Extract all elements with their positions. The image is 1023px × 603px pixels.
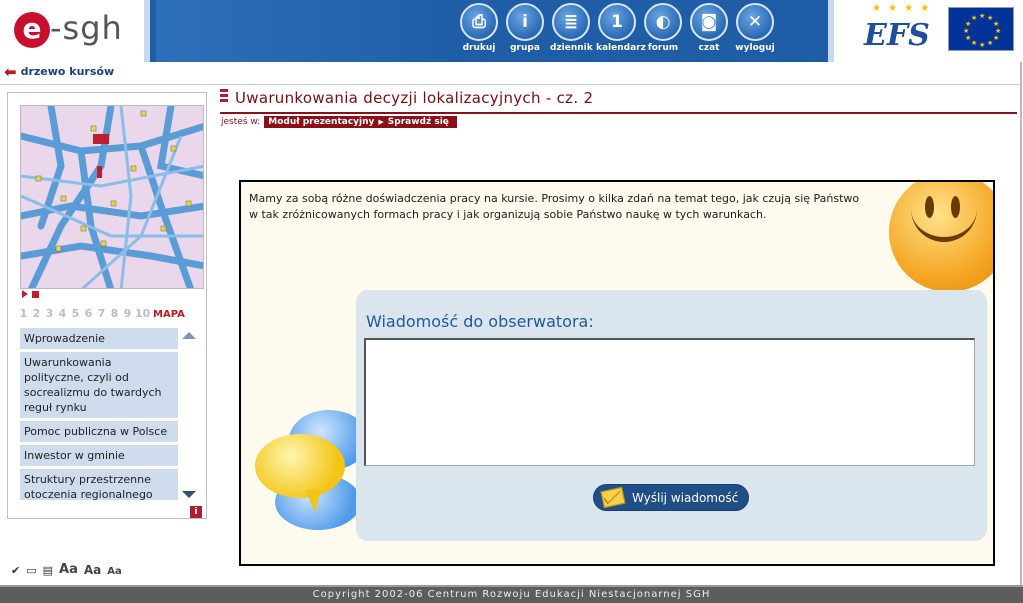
- page-numbers: 1 2 3 4 5 6 7 8 9 10 MAPA: [18, 307, 185, 321]
- efs-text: EFS: [864, 18, 930, 53]
- font-size-medium-button[interactable]: Aa: [84, 563, 101, 577]
- calendar-icon: 1: [598, 3, 636, 41]
- text-tools: ✔ ▭ ▤ Aa Aa Aa: [11, 562, 122, 577]
- toc-item[interactable]: Wprowadzenie: [20, 328, 178, 349]
- close-icon: ✕: [736, 3, 774, 41]
- page-number[interactable]: 5: [70, 307, 81, 321]
- nav-drukuj[interactable]: ⎙ drukuj: [458, 3, 500, 53]
- info-icon: i: [506, 3, 544, 41]
- course-map[interactable]: [20, 105, 204, 289]
- breadcrumb-label: jesteś w:: [220, 116, 265, 128]
- breadcrumb: jesteś w: Moduł prezentacyjny ▶ Sprawdź …: [220, 116, 457, 128]
- header-shade: [156, 0, 456, 62]
- envelope-icon: [600, 486, 626, 509]
- breadcrumb-current[interactable]: Sprawdź się: [384, 117, 453, 127]
- forum-icon: ◐: [644, 3, 682, 41]
- page-number[interactable]: 1: [18, 307, 29, 321]
- printer-icon: ⎙: [460, 3, 498, 41]
- esgh-logo: e -sgh: [0, 0, 150, 62]
- page-number[interactable]: 8: [109, 307, 120, 321]
- check-icon[interactable]: ✔: [11, 564, 20, 577]
- nav-wyloguj[interactable]: ✕ wyloguj: [734, 3, 776, 53]
- divider: [0, 84, 1023, 85]
- table-of-contents: Wprowadzenie Uwarunkowania polityczne, cz…: [20, 328, 178, 500]
- header: e -sgh ⎙ drukuj i grupa ≣ dziennik 1 kalendarz ◐…: [0, 0, 1023, 62]
- right-divider: [1020, 62, 1022, 587]
- book-icon: ≣: [552, 3, 590, 41]
- font-size-large-button[interactable]: Aa: [59, 562, 78, 577]
- play-icon[interactable]: [22, 290, 28, 298]
- nav-label: czat: [698, 43, 720, 53]
- scroll-down-icon[interactable]: [182, 491, 196, 498]
- chat-icon: ◙: [690, 3, 728, 41]
- page-number[interactable]: 9: [122, 307, 133, 321]
- title-bars-icon: [220, 89, 228, 107]
- page-number[interactable]: 10: [135, 307, 150, 321]
- logo-text: -sgh: [50, 9, 123, 47]
- nav-czat[interactable]: ◙ czat: [688, 3, 730, 53]
- nav-label: dziennik: [550, 43, 593, 53]
- course-tree-link[interactable]: ⬅ drzewo kursów: [4, 62, 115, 81]
- efs-logo: ★ ★ ★ ★ EFS ★ ★ ★ ★ ★ ★ ★ ★ ★ ★ ★ ★: [828, 0, 1023, 62]
- note-icon[interactable]: ▭: [26, 564, 36, 577]
- toc-item[interactable]: Inwestor w gminie: [20, 445, 178, 466]
- nav-label: kalendarz: [596, 43, 646, 53]
- font-size-small-button[interactable]: Aa: [107, 566, 122, 577]
- city-map-image: [21, 106, 203, 288]
- send-message-button[interactable]: Wyślij wiadomość: [593, 484, 749, 511]
- top-nav: ⎙ drukuj i grupa ≣ dziennik 1 kalendarz ◐ forum ◙ c…: [458, 3, 776, 53]
- stop-icon[interactable]: [32, 290, 39, 298]
- page-title: Uwarunkowania decyzji lokalizacyjnych - …: [235, 89, 594, 107]
- map-link[interactable]: MAPA: [153, 309, 185, 320]
- toc-item[interactable]: Struktury przestrzenne otoczenia regiona…: [20, 469, 178, 500]
- speech-bubbles-icon: [255, 410, 369, 530]
- nav-grupa[interactable]: i grupa: [504, 3, 546, 53]
- page-number[interactable]: 4: [57, 307, 68, 321]
- toc-item[interactable]: Pomoc publiczna w Polsce: [20, 421, 178, 442]
- logo-e-mark: e: [14, 12, 50, 48]
- smiley-icon: [889, 182, 993, 292]
- nav-kalendarz[interactable]: 1 kalendarz: [596, 3, 646, 53]
- message-textarea[interactable]: [364, 338, 975, 466]
- page-number[interactable]: 6: [83, 307, 94, 321]
- nav-label: forum: [647, 43, 679, 53]
- page-number[interactable]: 3: [44, 307, 55, 321]
- nav-label: grupa: [510, 43, 540, 53]
- page-number[interactable]: 2: [31, 307, 42, 321]
- eu-flag-icon: ★ ★ ★ ★ ★ ★ ★ ★ ★ ★ ★ ★: [948, 7, 1014, 51]
- message-title: Wiadomość do obserwatora:: [366, 312, 594, 331]
- info-button[interactable]: i: [190, 506, 202, 518]
- page-number[interactable]: 7: [96, 307, 107, 321]
- back-arrow-icon: ⬅: [4, 62, 17, 81]
- feedback-box: Mamy za sobą różne doświadczenia pracy n…: [239, 180, 995, 566]
- map-controls: [22, 290, 39, 298]
- intro-text: Mamy za sobą różne doświadczenia pracy n…: [249, 192, 860, 221]
- efs-stars-icon: ★ ★ ★ ★: [872, 3, 932, 14]
- course-tree-label: drzewo kursów: [20, 65, 115, 78]
- navigation-panel: 1 2 3 4 5 6 7 8 9 10 MAPA Wprowadzenie Uwarunkowani…: [7, 92, 207, 519]
- toc-item[interactable]: Uwarunkowania polityczne, czyli od socre…: [20, 352, 178, 418]
- nav-label: drukuj: [462, 43, 496, 53]
- breadcrumb-module[interactable]: Moduł prezentacyjny: [264, 117, 378, 127]
- title-rule: [220, 112, 1017, 114]
- document-icon[interactable]: ▤: [43, 564, 53, 577]
- scroll-up-icon[interactable]: [182, 332, 196, 339]
- footer: Copyright 2002-06 Centrum Rozwoju Edukac…: [0, 587, 1023, 603]
- send-message-label: Wyślij wiadomość: [632, 490, 739, 505]
- message-panel: Wiadomość do obserwatora: Wyślij wiadomo…: [356, 290, 987, 541]
- nav-forum[interactable]: ◐ forum: [642, 3, 684, 53]
- nav-dziennik[interactable]: ≣ dziennik: [550, 3, 593, 53]
- nav-label: wyloguj: [735, 43, 775, 53]
